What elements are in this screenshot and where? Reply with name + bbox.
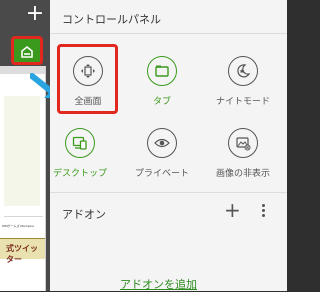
- control-panel-toggle-button[interactable]: [11, 36, 43, 65]
- control-panel-icon: [21, 45, 33, 58]
- hide-images-tile[interactable]: 画像の非表示: [215, 128, 271, 179]
- desktop-tile[interactable]: デスクトップ: [52, 128, 108, 179]
- add-addon-plus-button[interactable]: +: [224, 200, 241, 220]
- fullscreen-icon: [73, 56, 103, 86]
- left-background: + WMゲームズ Memplus 式ツイッター: [0, 0, 50, 291]
- more-options-icon[interactable]: [262, 202, 268, 219]
- fullscreen-tile[interactable]: 全画面: [60, 56, 116, 107]
- webpage-text-snippet: WMゲームズ Memplus: [2, 224, 34, 228]
- desktop-icon: [65, 128, 95, 158]
- control-panel: コントロールパネル 全画面 タブ ナイトモード デスクトップ プライベート 画像…: [50, 0, 287, 291]
- panel-title: コントロールパネル: [62, 13, 161, 26]
- add-addon-link[interactable]: アドオンを追加: [120, 276, 197, 292]
- new-tab-plus-button[interactable]: +: [22, 3, 48, 25]
- hide-images-icon: [228, 128, 258, 158]
- hide-images-label: 画像の非表示: [215, 169, 270, 179]
- tabs-icon: [147, 56, 177, 86]
- webpage-content-block: [4, 96, 40, 206]
- desktop-label: デスクトップ: [52, 169, 107, 179]
- tabs-tile[interactable]: タブ: [134, 56, 190, 107]
- header-divider: [50, 33, 287, 34]
- private-tile[interactable]: プライベート: [134, 128, 190, 179]
- webpage-banner-text: 式ツイッター: [6, 244, 38, 264]
- night-mode-icon: [228, 56, 258, 86]
- addon-section-title: アドオン: [62, 208, 106, 221]
- private-icon: [147, 128, 177, 158]
- webpage-banner: 式ツイッター: [0, 238, 45, 264]
- private-label: プライベート: [134, 169, 189, 179]
- fullscreen-label: 全画面: [74, 97, 102, 107]
- night-mode-tile[interactable]: ナイトモード: [215, 56, 271, 107]
- night-mode-label: ナイトモード: [215, 97, 270, 107]
- addon-divider: [50, 192, 287, 193]
- webpage-divider: [4, 216, 43, 217]
- tabs-label: タブ: [152, 97, 171, 107]
